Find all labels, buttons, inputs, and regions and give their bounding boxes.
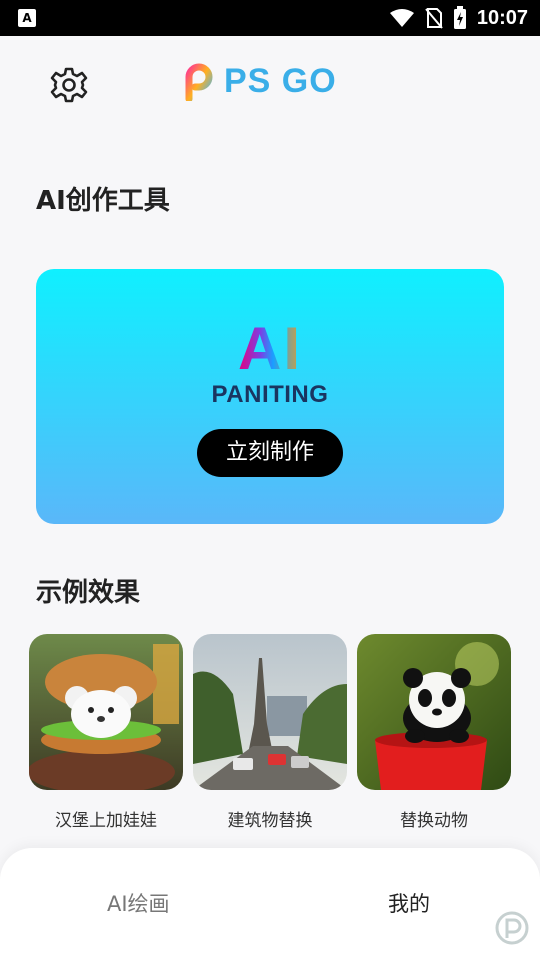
example-list: 汉堡上加娃娃 建筑物替换 替换动物 (29, 634, 511, 831)
status-bar: A 10:07 (0, 0, 540, 36)
example-label: 汉堡上加娃娃 (55, 811, 157, 831)
gear-icon (50, 67, 88, 103)
notification-a-icon: A (18, 9, 36, 27)
ps-go-logo-icon (185, 63, 213, 101)
ai-logo-text: AI (238, 315, 302, 382)
example-thumb-burger[interactable] (29, 634, 183, 790)
app-logo-text: PS GO (224, 62, 337, 100)
bottom-nav: AI绘画 我的 (0, 848, 540, 960)
app-header: PS GO (0, 36, 540, 132)
example-item-building[interactable]: 建筑物替换 (193, 634, 347, 831)
tab-mine[interactable]: 我的 (388, 888, 430, 918)
tab-ai-painting[interactable]: AI绘画 (107, 888, 170, 918)
wifi-icon (389, 9, 414, 27)
no-sim-icon (425, 8, 443, 29)
example-label: 替换动物 (400, 811, 468, 831)
battery-charging-icon (453, 6, 466, 29)
app-logo: PS GO (184, 62, 337, 101)
example-item-burger-doll[interactable]: 汉堡上加娃娃 (29, 634, 183, 831)
ai-logo: AI (36, 319, 504, 379)
example-item-animal[interactable]: 替换动物 (357, 634, 511, 831)
ai-painting-card[interactable]: AI PANITING 立刻制作 (36, 269, 504, 524)
ai-card-subtitle: PANITING (211, 381, 329, 408)
example-thumb-panda[interactable] (357, 634, 511, 790)
section-title-tools: AI创作工具 (36, 186, 170, 216)
section-title-examples: 示例效果 (36, 578, 141, 608)
settings-button[interactable] (50, 66, 88, 104)
watermark-logo (494, 910, 530, 946)
watermark-icon (495, 911, 529, 945)
example-label: 建筑物替换 (227, 811, 313, 831)
example-thumb-building[interactable] (193, 634, 347, 790)
status-time: 10:07 (476, 6, 528, 29)
create-now-button[interactable]: 立刻制作 (197, 429, 343, 477)
status-icons: 10:07 (389, 0, 528, 36)
